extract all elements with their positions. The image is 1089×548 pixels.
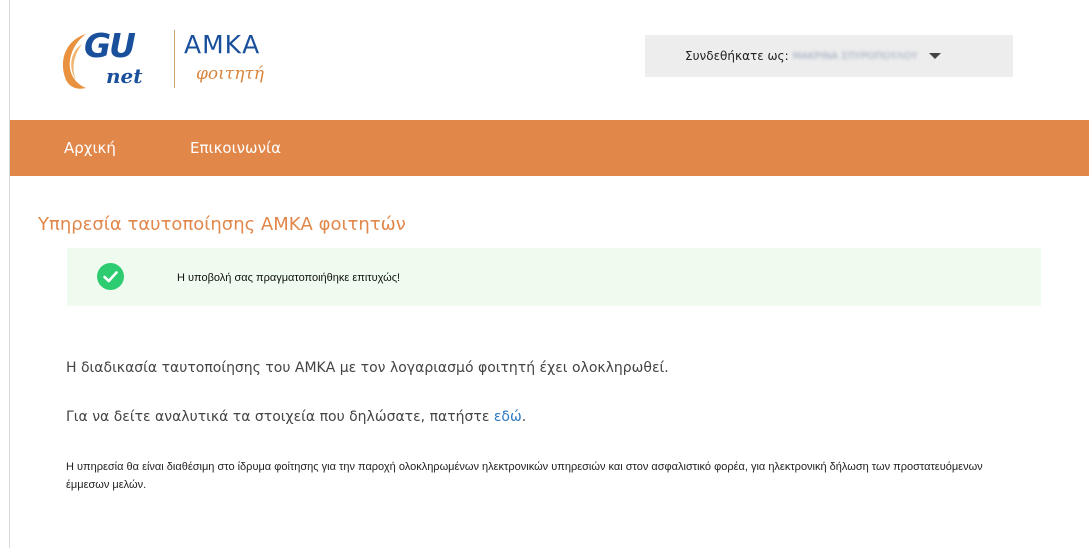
details-paragraph: Για να δείτε αναλυτικά τα στοιχεία που δ… xyxy=(66,409,526,425)
logo-divider xyxy=(174,30,175,88)
site-header: GU net ΑΜΚΑ φοιτητή Συνδεθήκατε ως: ΜΑΚΡ… xyxy=(10,0,1089,120)
nav-item-home[interactable]: Αρχική xyxy=(64,120,116,176)
check-circle-icon xyxy=(97,263,124,290)
logo-net-text: net xyxy=(106,64,143,88)
logo-gu-text: GU xyxy=(84,26,136,65)
gunet-amka-logo[interactable]: GU net ΑΜΚΑ φοιτητή xyxy=(62,26,302,96)
logo-subtitle: φοιτητή xyxy=(196,64,264,84)
details-period: . xyxy=(521,409,527,425)
chevron-down-icon[interactable] xyxy=(929,53,942,59)
details-link[interactable]: εδώ xyxy=(494,409,522,425)
service-note: Η υπηρεσία θα είναι διαθέσιμη στο ίδρυμα… xyxy=(66,461,983,491)
user-name: ΜΑΚΡΙΝΑ ΣΠΥΡΟΠΟΥΛΟΥ xyxy=(792,50,918,62)
details-text: Για να δείτε αναλυτικά τα στοιχεία που δ… xyxy=(66,409,490,425)
logo-amka-text: ΑΜΚΑ xyxy=(184,30,261,59)
logged-in-label: Συνδεθήκατε ως: xyxy=(685,49,789,63)
completion-message: Η διαδικασία ταυτοποίησης του ΑΜΚΑ με το… xyxy=(66,360,669,376)
success-alert: Η υποβολή σας πραγματοποιήθηκε επιτυχώς! xyxy=(67,248,1041,306)
alert-message: Η υποβολή σας πραγματοποιήθηκε επιτυχώς! xyxy=(177,272,401,284)
page-title: Υπηρεσία ταυτοποίησης ΑΜΚΑ φοιτητών xyxy=(38,214,406,235)
main-nav: Αρχική Επικοινωνία xyxy=(10,120,1089,176)
user-menu-dropdown[interactable]: Συνδεθήκατε ως: ΜΑΚΡΙΝΑ ΣΠΥΡΟΠΟΥΛΟΥ xyxy=(645,35,1013,77)
nav-item-contact[interactable]: Επικοινωνία xyxy=(190,120,281,176)
